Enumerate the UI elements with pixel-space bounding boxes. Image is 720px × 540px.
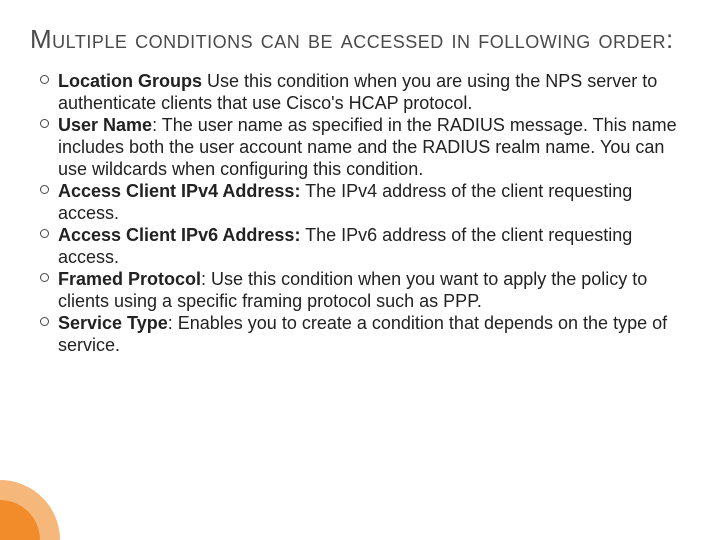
bullet-icon [30, 71, 58, 84]
list-item-text: Access Client IPv6 Address: The IPv6 add… [58, 225, 690, 269]
list-item-term: Service Type [58, 313, 168, 333]
decorative-corner [0, 480, 60, 540]
list-item: User Name: The user name as specified in… [30, 115, 690, 181]
list-item-text: Framed Protocol: Use this condition when… [58, 269, 690, 313]
list-item-term: Location Groups [58, 71, 202, 91]
bullet-icon [30, 181, 58, 194]
list-item-term: Framed Protocol [58, 269, 201, 289]
slide-title: Multiple conditions can be accessed in f… [30, 22, 690, 57]
bullet-icon [30, 269, 58, 282]
bullet-icon [30, 225, 58, 238]
bullet-icon [30, 115, 58, 128]
list-item-text: Access Client IPv4 Address: The IPv4 add… [58, 181, 690, 225]
slide: Multiple conditions can be accessed in f… [0, 0, 720, 540]
list-item: Location Groups Use this condition when … [30, 71, 690, 115]
list-item-text: Service Type: Enables you to create a co… [58, 313, 690, 357]
list-item-term: User Name [58, 115, 152, 135]
bullet-list: Location Groups Use this condition when … [30, 65, 690, 356]
list-item-sep: : [201, 269, 211, 289]
list-item: Service Type: Enables you to create a co… [30, 313, 690, 357]
list-item-text: Location Groups Use this condition when … [58, 71, 690, 115]
bullet-icon [30, 313, 58, 326]
list-item-sep: : [152, 115, 162, 135]
list-item-sep: : [168, 313, 178, 333]
list-item-term: Access Client IPv4 Address: [58, 181, 300, 201]
list-item: Framed Protocol: Use this condition when… [30, 269, 690, 313]
list-item-term: Access Client IPv6 Address: [58, 225, 300, 245]
list-item-text: User Name: The user name as specified in… [58, 115, 690, 181]
list-item: Access Client IPv6 Address: The IPv6 add… [30, 225, 690, 269]
list-item: Access Client IPv4 Address: The IPv4 add… [30, 181, 690, 225]
